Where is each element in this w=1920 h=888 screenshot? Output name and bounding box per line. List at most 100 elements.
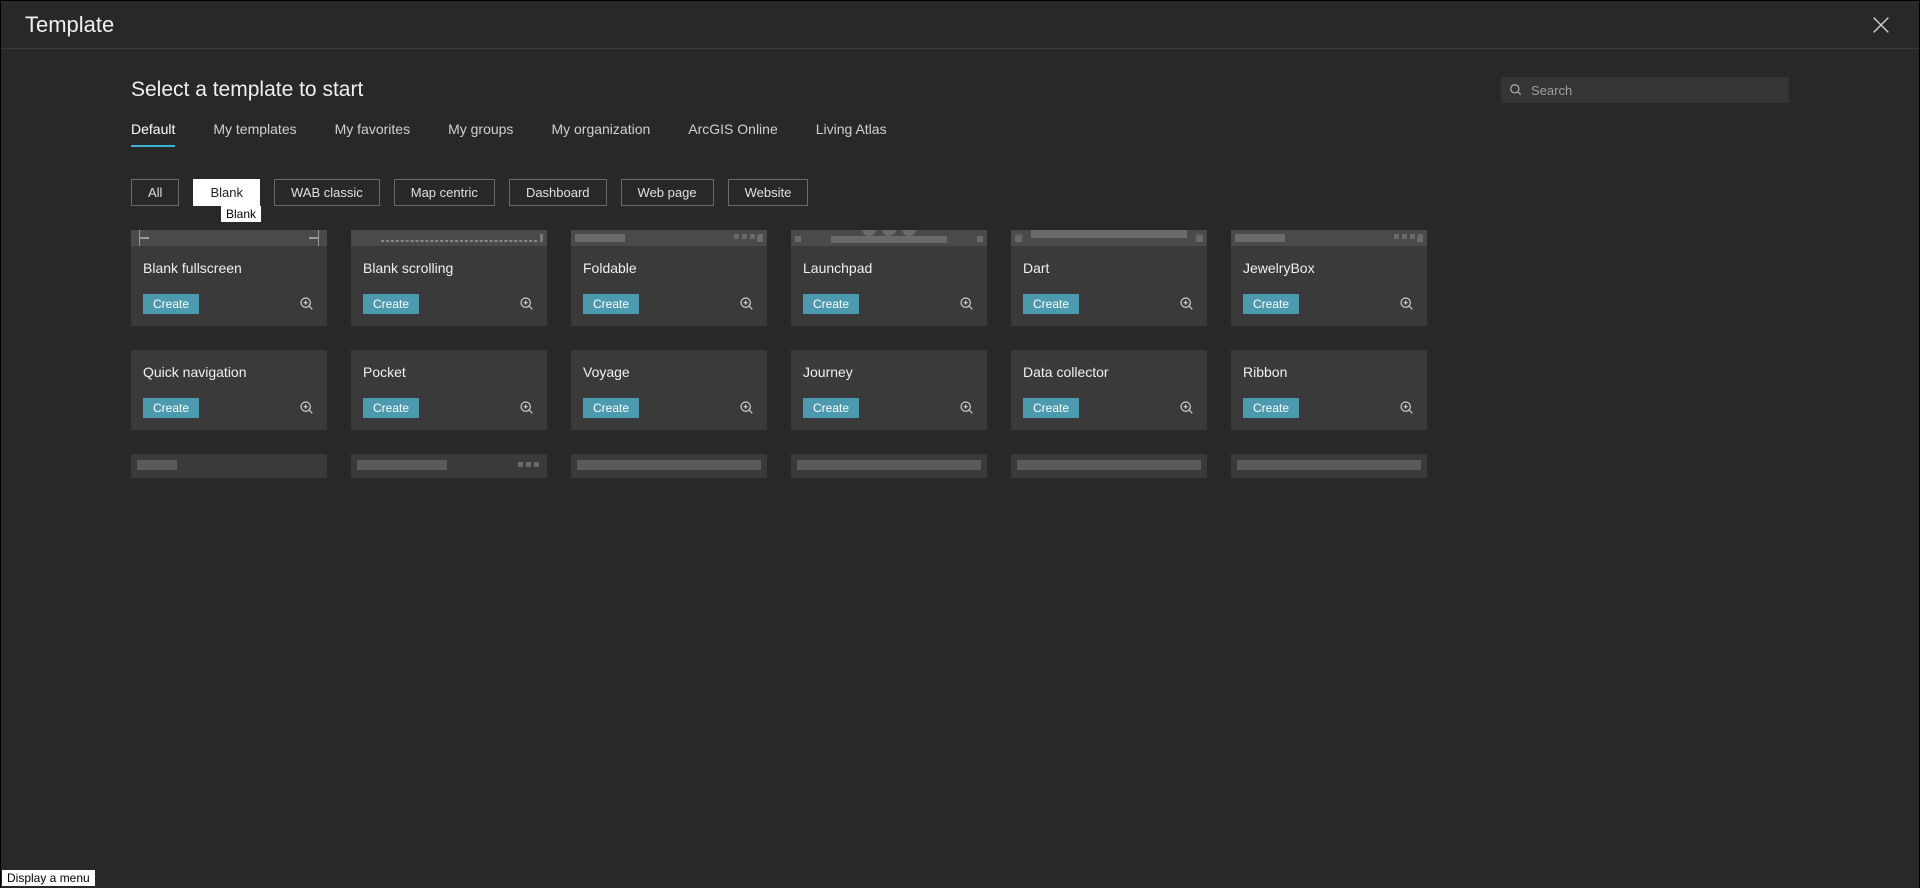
template-card-dart[interactable]: Dart Create [1011, 230, 1207, 326]
template-card-partial[interactable] [1231, 454, 1427, 478]
create-button[interactable]: Create [363, 398, 419, 418]
template-thumbnail [351, 230, 547, 246]
create-button[interactable]: Create [1243, 294, 1299, 314]
template-thumbnail [1011, 230, 1207, 246]
tab-my-favorites[interactable]: My favorites [335, 121, 410, 147]
create-button[interactable]: Create [1023, 294, 1079, 314]
search-box[interactable] [1501, 77, 1789, 103]
filter-dashboard[interactable]: Dashboard [509, 179, 607, 206]
tab-my-organization[interactable]: My organization [551, 121, 650, 147]
filter-map-centric[interactable]: Map centric [394, 179, 495, 206]
magnify-plus-icon [519, 400, 535, 416]
filter-blank[interactable]: Blank [193, 179, 260, 206]
magnify-plus-icon [1399, 400, 1415, 416]
template-title: Pocket [363, 364, 535, 380]
create-button[interactable]: Create [363, 294, 419, 314]
magnify-plus-icon [1179, 400, 1195, 416]
templates-grid[interactable]: Blank fullscreen Create Blank scrolling [131, 230, 1789, 498]
template-card-foldable[interactable]: Foldable Create [571, 230, 767, 326]
preview-button[interactable] [959, 400, 975, 416]
template-card-blank-fullscreen[interactable]: Blank fullscreen Create [131, 230, 327, 326]
modal-header: Template [1, 1, 1919, 49]
template-modal: Template Select a template to start Defa… [1, 1, 1919, 888]
create-button[interactable]: Create [143, 294, 199, 314]
template-thumbnail [791, 230, 987, 246]
modal-title: Template [25, 12, 114, 38]
template-card-launchpad[interactable]: Launchpad Create [791, 230, 987, 326]
preview-button[interactable] [1399, 296, 1415, 312]
template-title: Ribbon [1243, 364, 1415, 380]
template-thumbnail [1231, 230, 1427, 246]
filter-web-page[interactable]: Web page [621, 179, 714, 206]
template-title: Dart [1023, 260, 1195, 276]
preview-button[interactable] [519, 296, 535, 312]
magnify-plus-icon [959, 296, 975, 312]
create-button[interactable]: Create [143, 398, 199, 418]
template-card-partial[interactable] [1011, 454, 1207, 478]
close-icon [1870, 14, 1892, 36]
magnify-plus-icon [519, 296, 535, 312]
preview-button[interactable] [739, 296, 755, 312]
filter-wab-classic[interactable]: WAB classic [274, 179, 380, 206]
preview-button[interactable] [299, 296, 315, 312]
create-button[interactable]: Create [803, 398, 859, 418]
tab-my-templates[interactable]: My templates [213, 121, 296, 147]
preview-button[interactable] [739, 400, 755, 416]
search-input[interactable] [1531, 83, 1781, 98]
template-card-ribbon[interactable]: Ribbon Create [1231, 350, 1427, 430]
tab-my-groups[interactable]: My groups [448, 121, 513, 147]
template-title: Data collector [1023, 364, 1195, 380]
magnify-plus-icon [1179, 296, 1195, 312]
magnify-plus-icon [299, 296, 315, 312]
create-button[interactable]: Create [1023, 398, 1079, 418]
template-card-voyage[interactable]: Voyage Create [571, 350, 767, 430]
template-card-jewelrybox[interactable]: JewelryBox Create [1231, 230, 1427, 326]
body-top: Select a template to start [131, 77, 1789, 103]
preview-button[interactable] [299, 400, 315, 416]
template-title: Launchpad [803, 260, 975, 276]
template-card-partial[interactable] [791, 454, 987, 478]
tab-living-atlas[interactable]: Living Atlas [816, 121, 887, 147]
preview-button[interactable] [959, 296, 975, 312]
magnify-plus-icon [1399, 296, 1415, 312]
template-title: Voyage [583, 364, 755, 380]
magnify-plus-icon [739, 400, 755, 416]
page-subtitle: Select a template to start [131, 78, 363, 102]
template-card-blank-scrolling[interactable]: Blank scrolling Create [351, 230, 547, 326]
template-title: Blank scrolling [363, 260, 535, 276]
create-button[interactable]: Create [803, 294, 859, 314]
template-title: Foldable [583, 260, 755, 276]
status-tooltip: Display a menu [2, 870, 95, 886]
template-card-pocket[interactable]: Pocket Create [351, 350, 547, 430]
template-thumbnail [571, 230, 767, 246]
preview-button[interactable] [1399, 400, 1415, 416]
tabs: Default My templates My favorites My gro… [131, 121, 1789, 147]
template-card-partial[interactable] [571, 454, 767, 478]
preview-button[interactable] [1179, 400, 1195, 416]
close-button[interactable] [1867, 11, 1895, 39]
template-card-partial[interactable] [131, 454, 327, 478]
template-title: Blank fullscreen [143, 260, 315, 276]
magnify-plus-icon [299, 400, 315, 416]
tab-default[interactable]: Default [131, 121, 175, 147]
filters: All Blank WAB classic Map centric Dashbo… [131, 179, 1789, 206]
tab-arcgis-online[interactable]: ArcGIS Online [688, 121, 777, 147]
template-card-partial[interactable] [351, 454, 547, 478]
template-card-journey[interactable]: Journey Create [791, 350, 987, 430]
filter-website[interactable]: Website [728, 179, 809, 206]
filter-all[interactable]: All [131, 179, 179, 206]
search-icon [1509, 83, 1523, 97]
create-button[interactable]: Create [1243, 398, 1299, 418]
template-title: Journey [803, 364, 975, 380]
template-title: JewelryBox [1243, 260, 1415, 276]
filter-tooltip: Blank [221, 206, 261, 222]
preview-button[interactable] [1179, 296, 1195, 312]
template-thumbnail [131, 230, 327, 246]
template-card-data-collector[interactable]: + Data collector Create [1011, 350, 1207, 430]
create-button[interactable]: Create [583, 294, 639, 314]
preview-button[interactable] [519, 400, 535, 416]
magnify-plus-icon [959, 400, 975, 416]
create-button[interactable]: Create [583, 398, 639, 418]
template-card-quick-navigation[interactable]: Quick navigation Create [131, 350, 327, 430]
modal-body: Select a template to start Default My te… [1, 49, 1919, 888]
